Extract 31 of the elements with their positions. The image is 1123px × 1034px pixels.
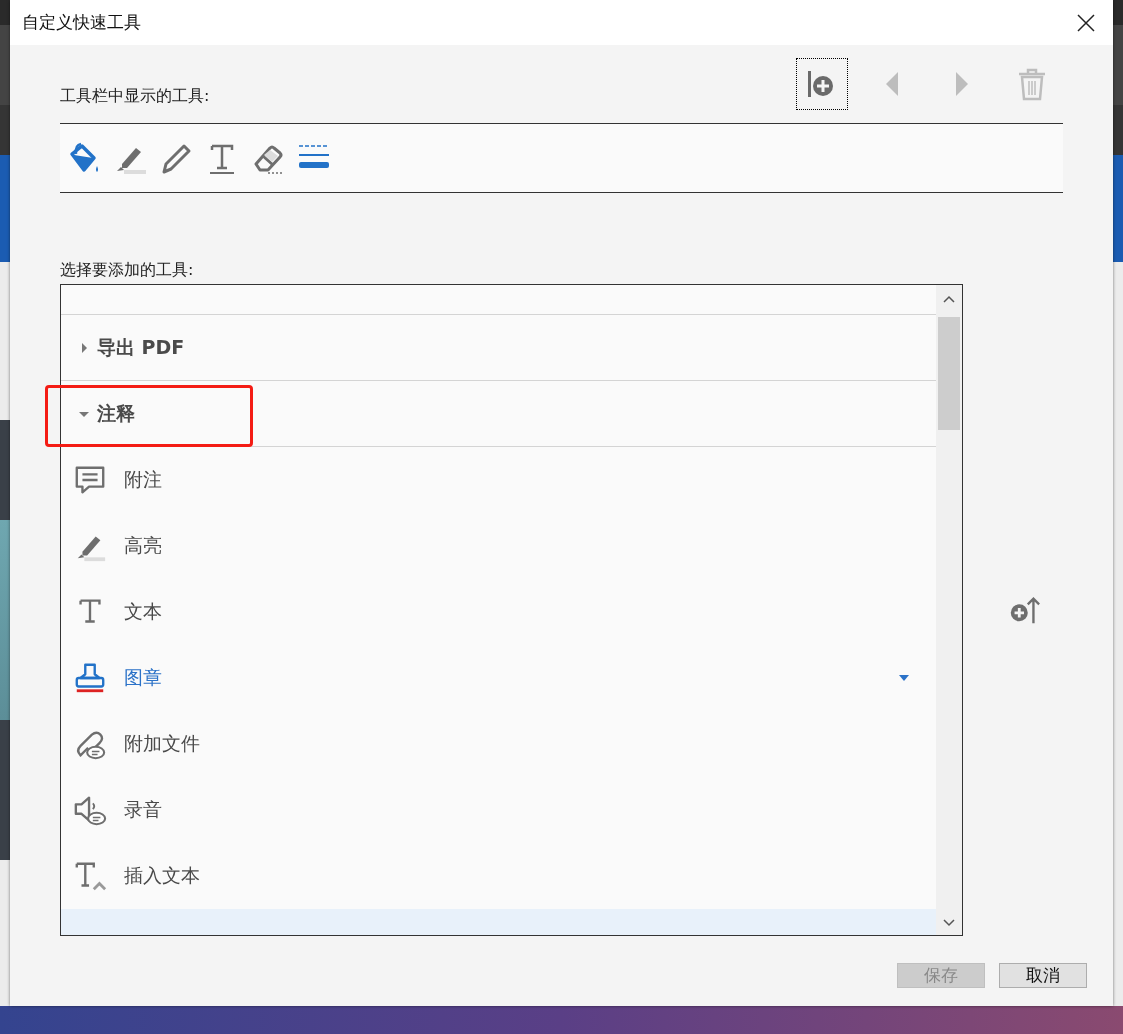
scroll-down-icon[interactable] bbox=[943, 919, 955, 927]
tool-label[interactable]: 录音 bbox=[124, 797, 162, 823]
stamp-icon bbox=[73, 661, 107, 695]
category-row[interactable]: 导出 PDF bbox=[61, 315, 936, 381]
tool-label[interactable]: 高亮 bbox=[124, 533, 162, 559]
tool-label[interactable]: 图章 bbox=[124, 665, 162, 691]
category-label[interactable]: 注释 bbox=[97, 400, 135, 427]
add-button[interactable] bbox=[796, 58, 848, 110]
toolbar-label: 工具栏中显示的工具: bbox=[60, 86, 210, 107]
dropdown-caret-icon[interactable] bbox=[899, 675, 909, 681]
category-row[interactable]: 注释 bbox=[61, 381, 936, 447]
scrollbar[interactable] bbox=[936, 285, 962, 935]
tool-label[interactable]: 附注 bbox=[124, 467, 162, 493]
tool-label[interactable]: 文本 bbox=[124, 599, 162, 625]
cancel-button[interactable]: 取消 bbox=[999, 963, 1087, 988]
tool-list-item[interactable]: 附加文件 bbox=[61, 711, 936, 777]
expand-triangle-icon[interactable] bbox=[79, 342, 89, 353]
tool-list-item[interactable]: 附注 bbox=[61, 447, 936, 513]
close-icon bbox=[1077, 13, 1095, 32]
tool-label[interactable]: 附加文件 bbox=[124, 731, 200, 757]
category-label[interactable]: 导出 PDF bbox=[97, 334, 185, 361]
tool-list-label: 选择要添加的工具: bbox=[60, 260, 195, 281]
tool-list-item[interactable]: 高亮 bbox=[61, 513, 936, 579]
window-title: 自定义快速工具 bbox=[22, 11, 141, 34]
tool-list-item[interactable]: 文本 bbox=[61, 579, 936, 645]
tool-list-item[interactable]: 录音 bbox=[61, 777, 936, 843]
scrollbar-thumb[interactable] bbox=[938, 317, 960, 430]
tool-list-item[interactable]: 插入文本 bbox=[61, 843, 936, 909]
scroll-up-icon[interactable] bbox=[943, 295, 955, 303]
tool-list-item[interactable]: 图章 bbox=[61, 645, 936, 711]
tool-label[interactable]: 插入文本 bbox=[124, 863, 200, 889]
